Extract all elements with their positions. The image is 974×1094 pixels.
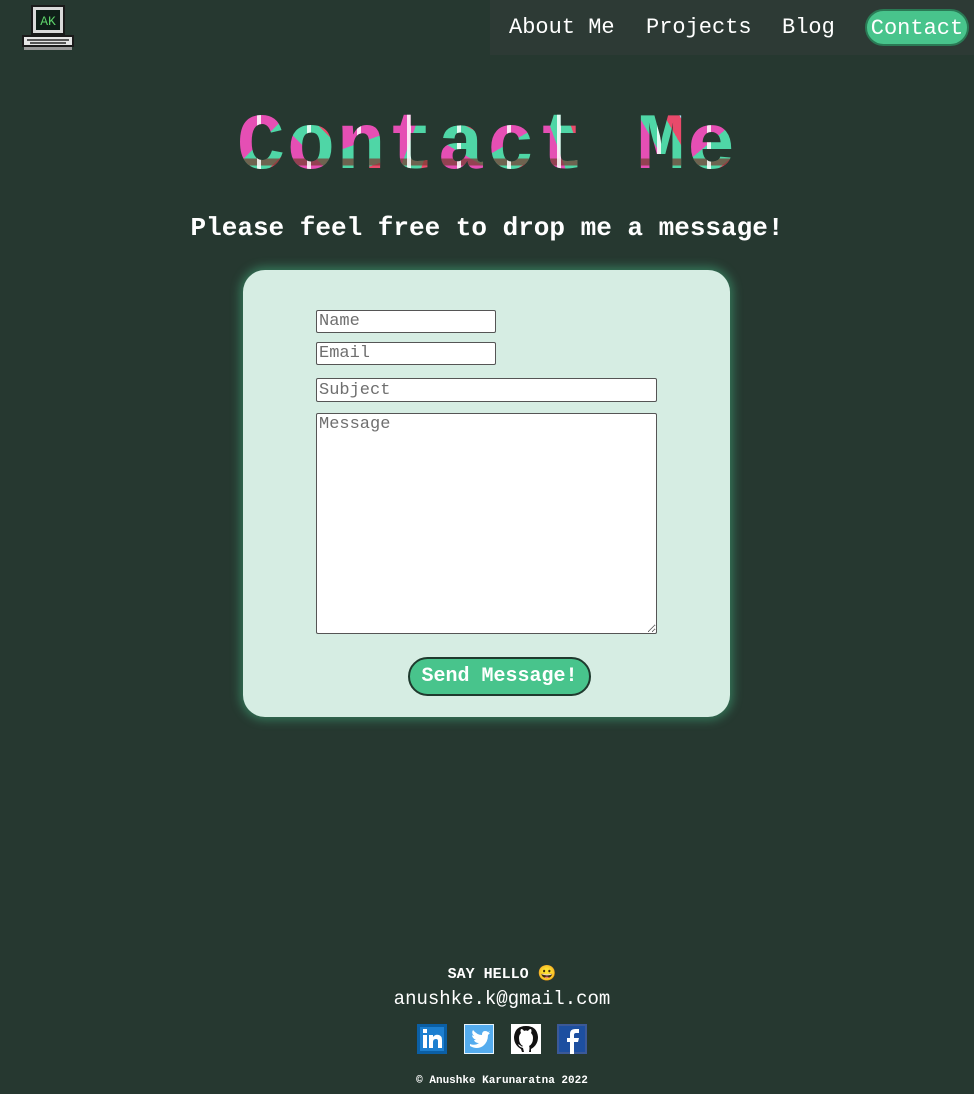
page-title: Contact Me (0, 102, 974, 193)
title-letter: t (386, 102, 437, 193)
logo-text: AK (40, 14, 56, 29)
nav-blog[interactable]: Blog (782, 14, 835, 42)
contact-form-card: Send Message! (243, 270, 730, 717)
title-letter: e (687, 102, 738, 193)
title-space (587, 102, 637, 193)
send-message-button[interactable]: Send Message! (408, 657, 591, 696)
nav-about-me[interactable]: About Me (509, 14, 615, 42)
logo-computer-icon[interactable]: AK (20, 3, 76, 51)
linkedin-icon[interactable] (417, 1024, 447, 1054)
page-subtitle: Please feel free to drop me a message! (190, 213, 784, 243)
email-field[interactable] (316, 342, 496, 365)
name-field[interactable] (316, 310, 496, 333)
navbar: AK About Me Projects Blog Contact (0, 0, 974, 55)
twitter-icon[interactable] (464, 1024, 494, 1054)
facebook-icon[interactable] (557, 1024, 587, 1054)
nav-contact[interactable]: Contact (865, 9, 969, 46)
say-hello-label: SAY HELLO 😀 (447, 966, 557, 983)
title-letter: n (336, 102, 387, 193)
title-letter: C (236, 102, 287, 193)
nav-projects[interactable]: Projects (646, 14, 752, 42)
title-letter: c (487, 102, 538, 193)
title-letter: M (637, 102, 688, 193)
github-icon[interactable] (511, 1024, 541, 1054)
copyright: © Anushke Karunaratna 2022 (416, 1075, 588, 1087)
email-link[interactable]: anushke.k@gmail.com (0, 986, 974, 1012)
message-field[interactable] (316, 413, 657, 634)
title-letter: o (286, 102, 337, 193)
title-letter: a (436, 102, 487, 193)
title-letter: t (537, 102, 588, 193)
subject-field[interactable] (316, 378, 657, 402)
